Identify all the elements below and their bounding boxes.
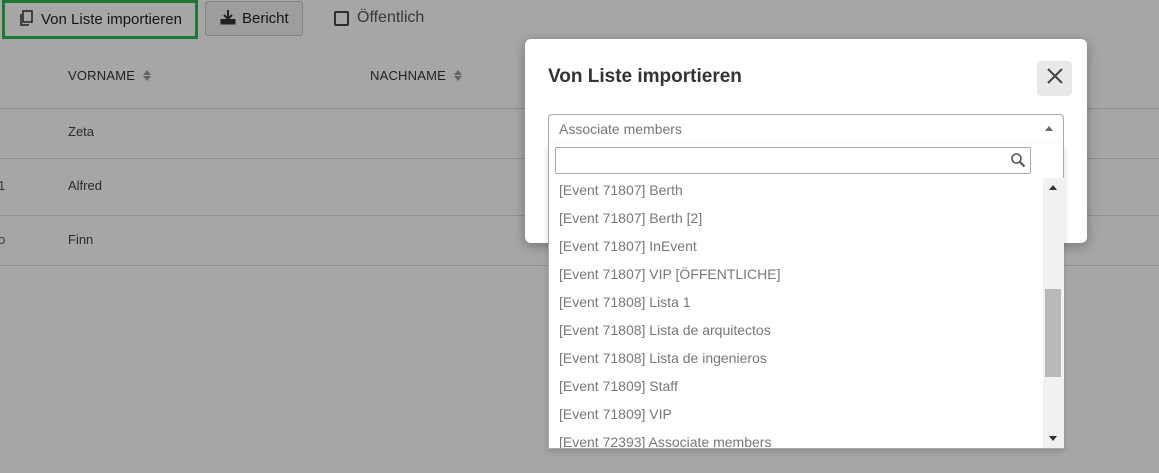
search-icon <box>1010 152 1026 173</box>
select-option[interactable]: [Event 72393] Associate members <box>559 434 771 448</box>
select-search-field[interactable] <box>555 147 1031 174</box>
options-list: [Event 71807] Berth [Event 71807] Berth … <box>549 178 1043 448</box>
select-option[interactable]: [Event 71809] VIP <box>559 406 672 422</box>
options-scrollbar[interactable] <box>1043 178 1064 448</box>
close-button[interactable] <box>1037 61 1072 96</box>
select-option[interactable]: [Event 71808] Lista de arquitectos <box>559 322 771 338</box>
select-option[interactable]: [Event 71808] Lista 1 <box>559 294 691 310</box>
select-option[interactable]: [Event 71807] InEvent <box>559 238 697 254</box>
select-option[interactable]: [Event 71808] Lista de ingenieros <box>559 350 767 366</box>
close-icon <box>1046 67 1064 90</box>
select-option[interactable]: [Event 71807] Berth [2] <box>559 210 702 226</box>
select-selected-value: Associate members <box>559 121 682 137</box>
scroll-down-icon[interactable] <box>1049 436 1057 441</box>
modal-title: Von Liste importieren <box>548 66 742 87</box>
scrollbar-thumb[interactable] <box>1045 289 1061 377</box>
scroll-up-icon[interactable] <box>1049 185 1057 190</box>
select-option[interactable]: [Event 71807] Berth <box>559 182 683 198</box>
chevron-up-icon <box>1045 126 1053 131</box>
select-option[interactable]: [Event 71807] VIP [ÖFFENTLICHE] <box>559 266 781 282</box>
list-select[interactable]: Associate members <box>548 114 1064 144</box>
select-dropdown: [Event 71807] Berth [Event 71807] Berth … <box>548 143 1064 449</box>
select-option[interactable]: [Event 71809] Staff <box>559 378 678 394</box>
select-search-input[interactable] <box>556 148 1006 173</box>
